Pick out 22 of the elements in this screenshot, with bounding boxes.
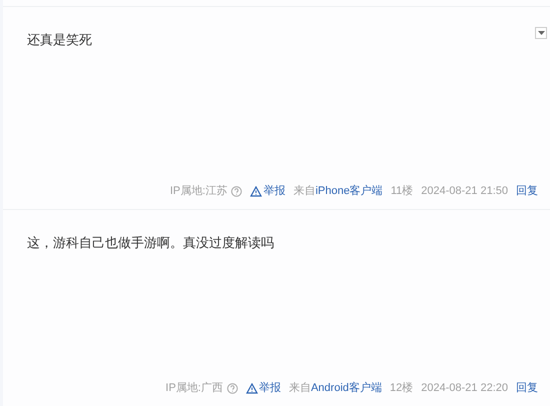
caret-icon [538,31,544,35]
dropdown-button[interactable] [535,27,547,39]
floor-number: 11楼 [390,184,414,199]
source-label: 来自 [293,184,316,199]
report-link[interactable]: 举报 [246,380,281,396]
help-icon [231,186,242,196]
post-text: 这，游科自己也做手游啊。真没过度解读吗 [27,234,275,252]
ip-location: IP属地:江苏 [170,184,228,199]
ip-location: IP属地:广西 [166,380,223,396]
help-icon [226,382,238,394]
report-link[interactable]: 举报 [250,183,286,199]
reply-link[interactable]: 回复 [516,380,538,396]
client-link[interactable]: iPhone客户端 [315,183,383,199]
client-link[interactable]: Android客户端 [310,380,382,396]
floor-number: 12楼 [390,381,414,396]
reply-link[interactable]: 回复 [516,183,538,199]
source-label: 来自 [288,381,311,396]
post-time: 2024-08-21 22:20 [421,381,508,396]
post-time: 2024-08-21 21:50 [421,184,508,199]
warning-icon [250,186,262,196]
post-text: 还真是笑死 [27,31,93,49]
warning-icon [246,382,258,394]
